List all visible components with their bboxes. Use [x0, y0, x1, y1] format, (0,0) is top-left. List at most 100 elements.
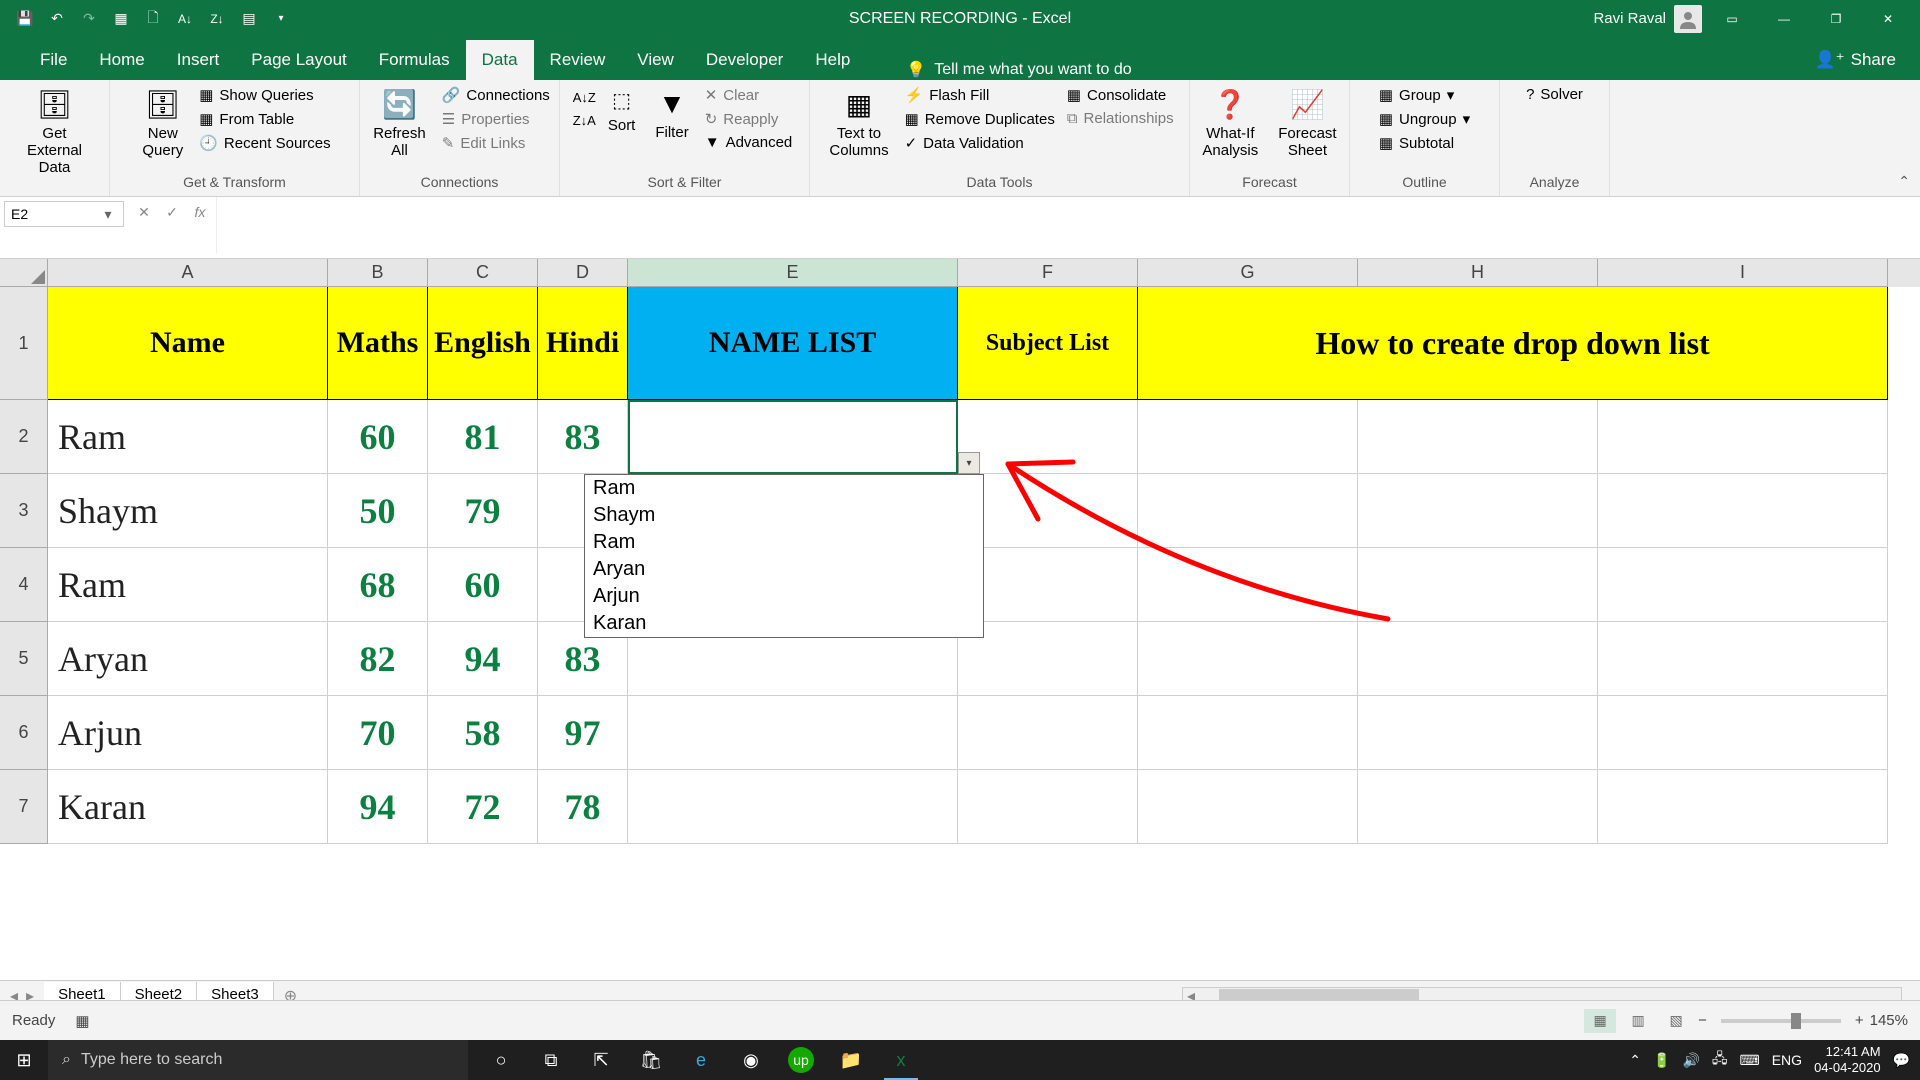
row-header-6[interactable]: 6 — [0, 696, 48, 770]
show-queries-button[interactable]: ▦Show Queries — [195, 84, 334, 106]
row-header-7[interactable]: 7 — [0, 770, 48, 844]
dropdown-arrow-button[interactable]: ▾ — [958, 452, 980, 474]
cell-A4[interactable]: Ram — [48, 548, 328, 622]
cell-H4[interactable] — [1358, 548, 1598, 622]
formula-input[interactable] — [216, 197, 1920, 253]
cell-B2[interactable]: 60 — [328, 400, 428, 474]
cell-H6[interactable] — [1358, 696, 1598, 770]
edit-links-button[interactable]: ✎Edit Links — [438, 132, 554, 154]
excel-icon[interactable]: x — [878, 1040, 924, 1080]
col-header-F[interactable]: F — [958, 259, 1138, 287]
row-header-1[interactable]: 1 — [0, 287, 48, 400]
properties-button[interactable]: ☰Properties — [438, 108, 554, 130]
cells[interactable]: Name Maths English Hindi NAME LIST Subje… — [48, 287, 1888, 844]
col-header-C[interactable]: C — [428, 259, 538, 287]
collapse-ribbon-icon[interactable]: ⌃ — [1898, 173, 1910, 190]
cell-H5[interactable] — [1358, 622, 1598, 696]
header-subject-list[interactable]: Subject List — [958, 287, 1138, 400]
upwork-icon[interactable]: up — [788, 1047, 814, 1073]
recent-sources-button[interactable]: 🕘Recent Sources — [195, 132, 334, 154]
tab-review[interactable]: Review — [534, 40, 622, 80]
cancel-formula-icon[interactable]: ✕ — [132, 204, 156, 221]
cell-E6[interactable] — [628, 696, 958, 770]
cell-E7[interactable] — [628, 770, 958, 844]
cell-F7[interactable] — [958, 770, 1138, 844]
name-box[interactable]: E2 ▾ — [4, 201, 124, 227]
col-header-I[interactable]: I — [1598, 259, 1888, 287]
cell-F3[interactable] — [958, 474, 1138, 548]
ribbon-options-icon[interactable]: ▭ — [1710, 4, 1754, 34]
undo-icon[interactable]: ↶ — [42, 6, 72, 32]
row-header-5[interactable]: 5 — [0, 622, 48, 696]
whatif-button[interactable]: ❓What-If Analysis — [1194, 84, 1266, 163]
dropdown-item[interactable]: Ram — [585, 529, 983, 556]
fx-icon[interactable]: fx — [188, 204, 212, 220]
chrome-icon[interactable]: ◉ — [728, 1040, 774, 1080]
header-name[interactable]: Name — [48, 287, 328, 400]
cell-H3[interactable] — [1358, 474, 1598, 548]
close-button[interactable]: ✕ — [1866, 4, 1910, 34]
filter-button[interactable]: ▼Filter — [647, 84, 696, 145]
share-button[interactable]: 👤⁺ Share — [1804, 40, 1906, 80]
cell-A2[interactable]: Ram — [48, 400, 328, 474]
cell-D7[interactable]: 78 — [538, 770, 628, 844]
cell-F5[interactable] — [958, 622, 1138, 696]
header-maths[interactable]: Maths — [328, 287, 428, 400]
cell-C5[interactable]: 94 — [428, 622, 538, 696]
cell-B3[interactable]: 50 — [328, 474, 428, 548]
header-name-list[interactable]: NAME LIST — [628, 287, 958, 400]
redo-icon[interactable]: ↷ — [74, 6, 104, 32]
zoom-slider[interactable] — [1721, 1019, 1841, 1023]
battery-icon[interactable]: 🔋 — [1653, 1052, 1670, 1069]
new-query-button[interactable]: 🗄 New Query — [134, 84, 191, 163]
zoom-in-button[interactable]: + — [1855, 1012, 1864, 1029]
sort-desc-icon[interactable]: Z↓ — [202, 6, 232, 32]
dropdown-item[interactable]: Shaym — [585, 502, 983, 529]
tab-file[interactable]: File — [24, 40, 83, 80]
minimize-button[interactable]: — — [1762, 4, 1806, 34]
cell-C7[interactable]: 72 — [428, 770, 538, 844]
clock[interactable]: 12:41 AM 04-04-2020 — [1814, 1044, 1881, 1075]
get-external-data-button[interactable]: 🗄 Get External Data — [8, 84, 101, 180]
keyboard-icon[interactable]: ⌨ — [1740, 1052, 1760, 1069]
store-icon[interactable]: 🛍 — [628, 1040, 674, 1080]
cell-B7[interactable]: 94 — [328, 770, 428, 844]
col-header-D[interactable]: D — [538, 259, 628, 287]
data-validation-button[interactable]: ✓Data Validation — [901, 132, 1059, 154]
cell-C3[interactable]: 79 — [428, 474, 538, 548]
connections-button[interactable]: 🔗Connections — [438, 84, 554, 106]
tab-formulas[interactable]: Formulas — [363, 40, 466, 80]
select-all-corner[interactable] — [0, 259, 48, 287]
cell-I6[interactable] — [1598, 696, 1888, 770]
dropdown-item[interactable]: Ram — [585, 475, 983, 502]
cell-C4[interactable]: 60 — [428, 548, 538, 622]
flash-fill-button[interactable]: ⚡Flash Fill — [901, 84, 1059, 106]
reapply-button[interactable]: ↻Reapply — [701, 108, 797, 130]
cell-G6[interactable] — [1138, 696, 1358, 770]
cell-G2[interactable] — [1138, 400, 1358, 474]
header-hindi[interactable]: Hindi — [538, 287, 628, 400]
cell-G7[interactable] — [1138, 770, 1358, 844]
tab-data[interactable]: Data — [466, 40, 534, 80]
name-box-dropdown-icon[interactable]: ▾ — [99, 206, 117, 223]
dropdown-item[interactable]: Karan — [585, 610, 983, 637]
sort-desc-button[interactable]: Z↓A — [573, 113, 596, 128]
tab-developer[interactable]: Developer — [690, 40, 800, 80]
cell-G4[interactable] — [1138, 548, 1358, 622]
user-avatar[interactable] — [1674, 5, 1702, 33]
network-icon[interactable]: 🖧 — [1712, 1048, 1728, 1072]
enter-formula-icon[interactable]: ✓ — [160, 204, 184, 221]
tell-me-search[interactable]: 💡 Tell me what you want to do — [906, 60, 1131, 80]
cell-A5[interactable]: Aryan — [48, 622, 328, 696]
from-table-button[interactable]: ▦From Table — [195, 108, 334, 130]
save-icon[interactable]: 💾 — [10, 6, 40, 32]
zoom-out-button[interactable]: − — [1698, 1012, 1707, 1029]
solver-button[interactable]: ?Solver — [1522, 84, 1587, 105]
cell-H7[interactable] — [1358, 770, 1598, 844]
clear-button[interactable]: ✕Clear — [701, 84, 797, 106]
cell-B6[interactable]: 70 — [328, 696, 428, 770]
cell-B4[interactable]: 68 — [328, 548, 428, 622]
cell-G5[interactable] — [1138, 622, 1358, 696]
cell-E2[interactable] — [628, 400, 958, 474]
notifications-icon[interactable]: 💬 — [1893, 1052, 1910, 1069]
